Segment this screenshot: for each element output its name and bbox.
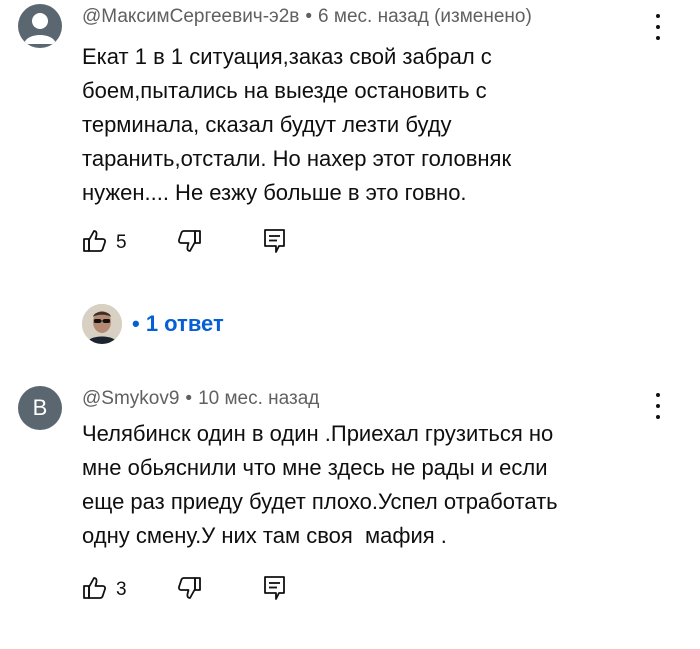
like-button[interactable] [82,575,108,606]
kebab-dot [656,25,660,29]
kebab-dot [656,404,660,408]
thumbs-up-icon [83,577,107,599]
replies-count-label: • 1 ответ [132,311,224,336]
like-button[interactable] [82,228,108,259]
comment-meta: @Smykov9 • 10 мес. назад [82,388,319,410]
thumbs-down-icon [177,230,201,252]
comment-meta: @МаксимСергеевич-э2в • 6 мес. назад (измен… [82,6,532,28]
author-name[interactable]: @Smykov9 [82,388,179,409]
meta-separator: • [185,388,193,409]
avatar-letter: B [32,395,48,420]
author-name[interactable]: @МаксимСергеевич-э2в [82,6,299,27]
kebab-dot [656,36,660,40]
comment-item: B @Smykov9 • 10 мес. назад Челябинск один … [0,380,700,649]
thumbs-up-icon [83,230,107,252]
dislike-button[interactable] [176,228,202,259]
more-options-button[interactable] [653,393,663,419]
reply-button[interactable] [263,228,287,259]
meta-separator: • [305,6,313,27]
kebab-dot [656,415,660,419]
reply-comment-icon [264,576,285,600]
author-avatar[interactable]: B [18,386,62,430]
default-user-icon [24,13,56,44]
dislike-button[interactable] [176,575,202,606]
comment-item: @МаксимСергеевич-э2в • 6 мес. назад (измен… [0,0,700,344]
reply-author-photo [82,304,122,344]
comment-text: Челябинск один в один .Приехал грузиться… [82,421,558,548]
more-options-button[interactable] [653,14,663,40]
reply-comment-icon [264,229,285,253]
kebab-dot [656,14,660,18]
comment-time[interactable]: 10 мес. назад [198,388,319,409]
reply-author-avatar [82,304,122,344]
author-avatar[interactable] [18,4,62,48]
view-replies-button[interactable]: • 1 ответ [82,304,224,344]
thumbs-down-icon [177,577,201,599]
comment-text: Екат 1 в 1 ситуация,заказ свой забрал с … [82,44,512,205]
like-count: 3 [116,579,127,600]
kebab-dot [656,393,660,397]
comment-time[interactable]: 6 мес. назад (изменено) [318,6,532,27]
reply-button[interactable] [263,575,287,606]
like-count: 5 [116,232,127,253]
